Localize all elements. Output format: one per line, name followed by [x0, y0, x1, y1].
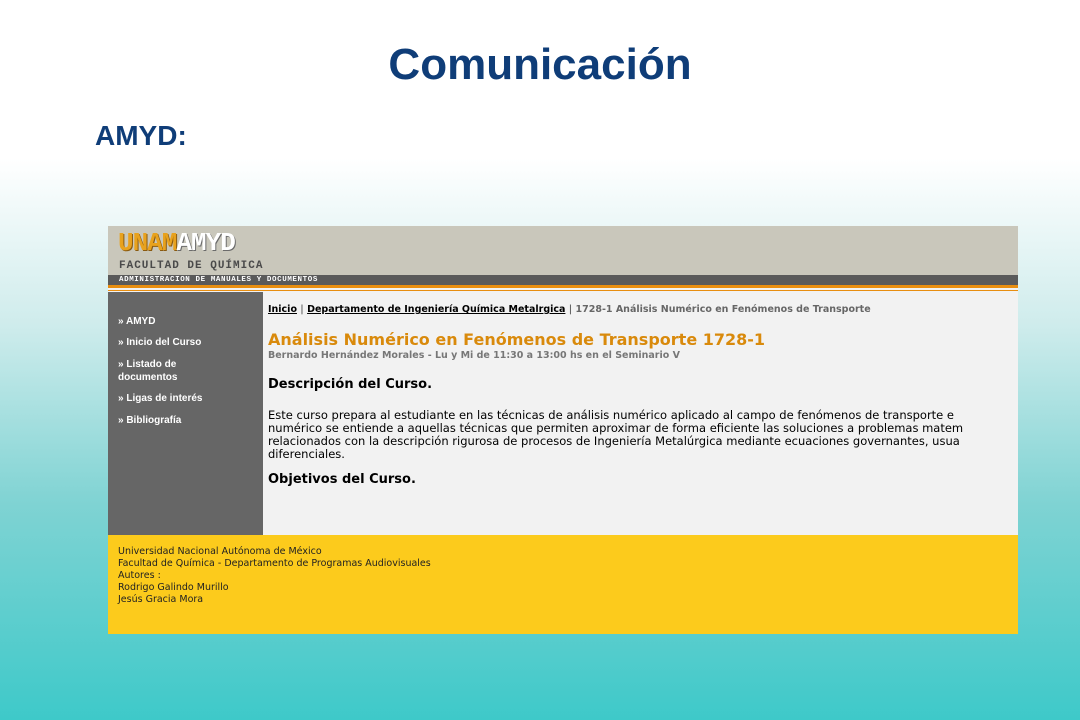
footer-line: Universidad Nacional Autónoma de México — [118, 546, 322, 557]
sidebar-item-amyd[interactable]: » AMYD — [118, 315, 258, 328]
footer-line: Jesús Gracia Mora — [118, 594, 204, 605]
breadcrumb-department-link[interactable]: Departamento de Ingeniería Química Metal… — [307, 304, 565, 315]
breadcrumb: Inicio | Departamento de Ingeniería Quím… — [268, 304, 871, 315]
sidebar: » AMYD » Inicio del Curso » Listado de d… — [108, 292, 263, 535]
faculty-name: FACULTAD DE QUÍMICA — [119, 260, 264, 272]
breadcrumb-separator: | — [296, 304, 308, 315]
header-divider — [108, 285, 1018, 288]
slide-subtitle: AMYD: — [95, 120, 187, 151]
breadcrumb-home-link[interactable]: Inicio — [268, 304, 297, 315]
breadcrumb-separator: | — [565, 304, 576, 315]
course-instructor-schedule: Bernardo Hernández Morales - Lu y Mi de … — [268, 350, 680, 361]
logo-unam-text: UNAM — [118, 228, 177, 258]
site-logo[interactable]: UNAMAMYD — [118, 228, 236, 258]
footer-line: Autores : — [118, 570, 161, 581]
main-content: Inicio | Departamento de Ingeniería Quím… — [263, 292, 1018, 535]
sidebar-item-listado-documentos[interactable]: » Listado de documentos — [118, 358, 208, 384]
sidebar-item-bibliografia[interactable]: » Bibliografía — [118, 414, 258, 427]
breadcrumb-current: 1728-1 Análisis Numérico en Fenómenos de… — [575, 304, 871, 315]
objectives-heading: Objetivos del Curso. — [268, 472, 416, 487]
sidebar-item-ligas-interes[interactable]: » Ligas de interés — [118, 392, 258, 405]
course-title: Análisis Numérico en Fenómenos de Transp… — [268, 330, 766, 349]
site-header: UNAMAMYD FACULTAD DE QUÍMICA — [108, 226, 1018, 275]
sidebar-item-inicio-curso[interactable]: » Inicio del Curso — [118, 336, 258, 349]
slide-title: Comunicación — [388, 40, 692, 89]
website-screenshot: UNAMAMYD FACULTAD DE QUÍMICA ADMINISTRAC… — [108, 226, 1018, 634]
header-divider-thin — [108, 290, 1018, 291]
footer-line: Facultad de Química - Departamento de Pr… — [118, 558, 431, 569]
description-line: diferenciales. — [268, 447, 345, 461]
logo-amyd-text: AMYD — [176, 228, 235, 258]
description-line: relacionados con la descripción rigurosa… — [268, 434, 960, 448]
site-footer: Universidad Nacional Autónoma de México … — [108, 535, 1018, 634]
tagline-bar: ADMINISTRACION DE MANUALES Y DOCUMENTOS — [108, 275, 1018, 285]
description-heading: Descripción del Curso. — [268, 377, 433, 392]
site-tagline: ADMINISTRACION DE MANUALES Y DOCUMENTOS — [119, 276, 318, 284]
footer-line: Rodrigo Galindo Murillo — [118, 582, 229, 593]
